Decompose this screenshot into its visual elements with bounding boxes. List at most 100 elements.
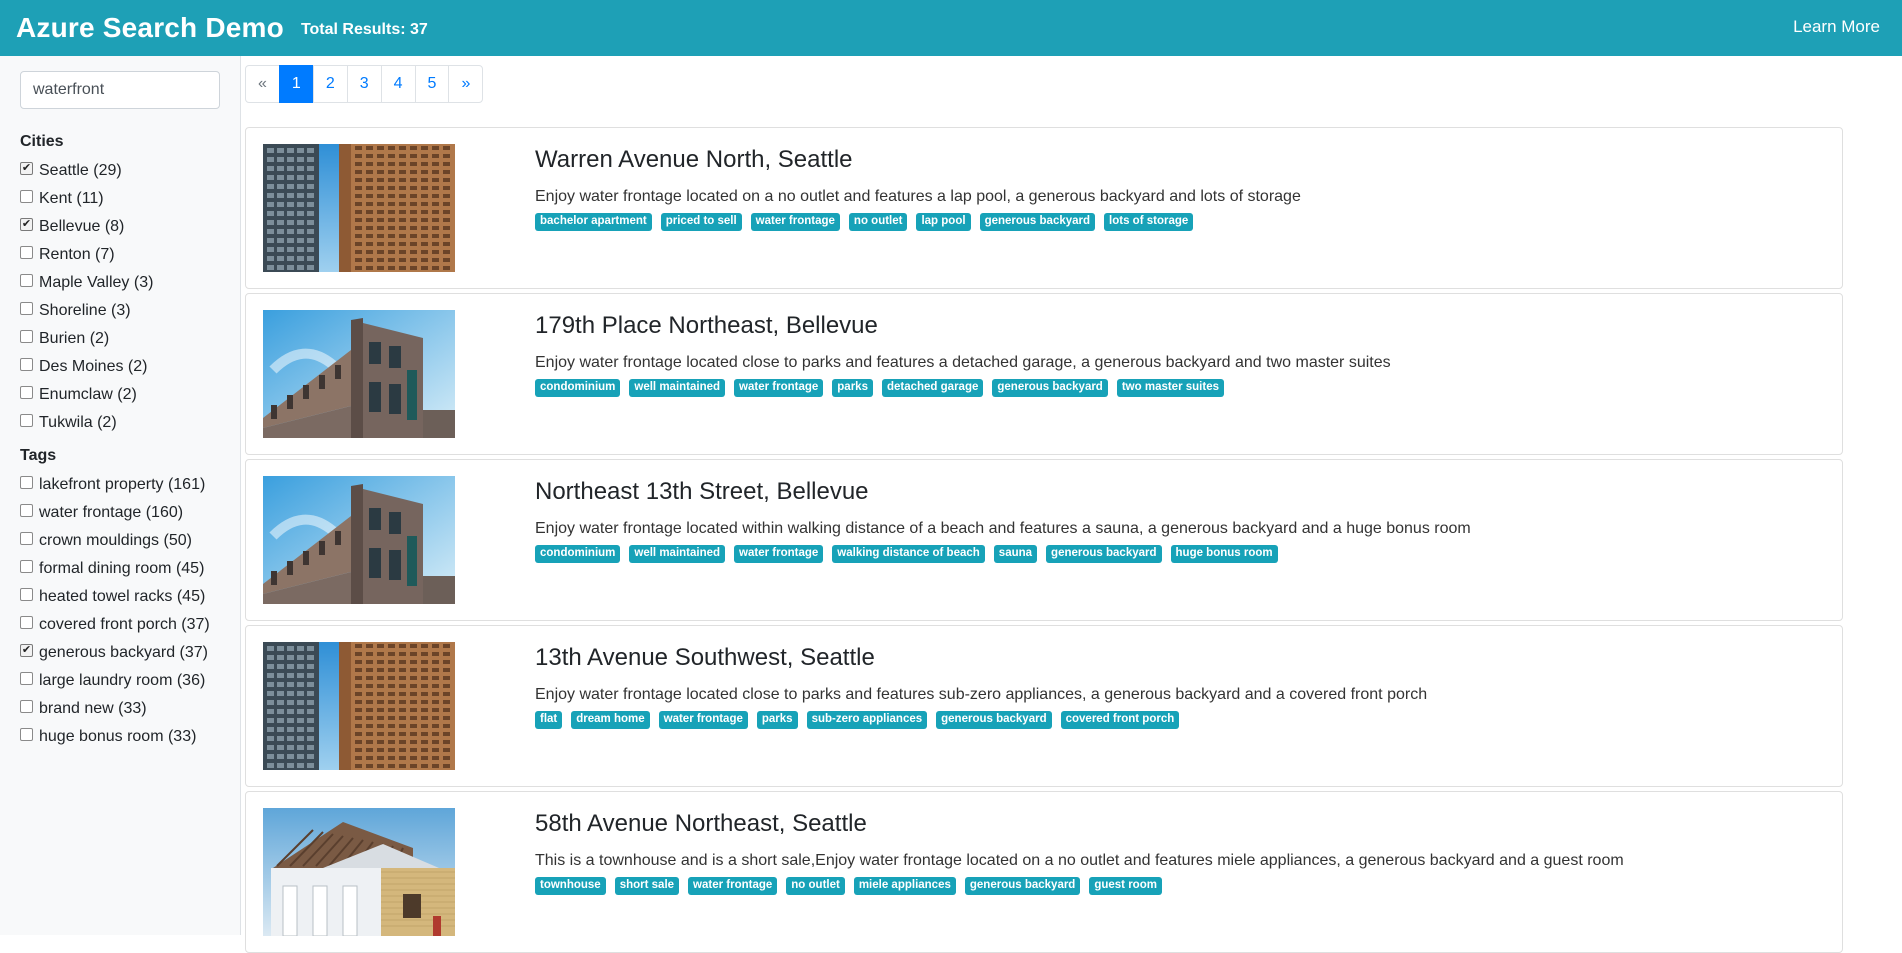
cities-facet-item-bellevue[interactable]: ✔ Bellevue (8)	[20, 213, 153, 241]
checkbox-icon[interactable]	[20, 475, 33, 489]
checkbox-icon[interactable]	[20, 587, 33, 601]
tag-badge: well maintained	[629, 379, 726, 397]
tags-facet-title: Tags	[20, 447, 57, 464]
checkbox-icon[interactable]	[20, 503, 33, 517]
page-5-button[interactable]: 5	[414, 65, 450, 103]
page-4-button[interactable]: 4	[380, 65, 416, 103]
facet-label: Des Moines (2)	[39, 358, 148, 375]
facet-label: brand new (33)	[39, 700, 147, 717]
checkbox-icon[interactable]	[20, 329, 33, 343]
checkbox-icon[interactable]	[20, 273, 33, 287]
search-input[interactable]	[20, 71, 220, 109]
learn-more-link[interactable]: Learn More	[1793, 17, 1880, 37]
tags-facet-item-large-laundry-room[interactable]: large laundry room (36)	[20, 667, 210, 695]
tag-badge: water frontage	[750, 213, 840, 231]
cities-facet-item-shoreline[interactable]: Shoreline (3)	[20, 297, 153, 325]
page-1-button[interactable]: 1	[278, 65, 314, 103]
result-description: Enjoy water frontage located close to pa…	[535, 686, 1428, 703]
cities-facet-item-tukwila[interactable]: Tukwila (2)	[20, 409, 153, 437]
facet-label: huge bonus room (33)	[39, 728, 197, 745]
facet-label: Seattle (29)	[39, 162, 122, 179]
tags-facet-item-covered-front-porch[interactable]: covered front porch (37)	[20, 611, 210, 639]
checkbox-icon[interactable]	[20, 357, 33, 371]
result-title[interactable]: Warren Avenue North, Seattle	[535, 146, 853, 174]
brick-building-image[interactable]	[263, 310, 455, 438]
app-title[interactable]: Azure Search Demo	[16, 12, 284, 44]
facet-label: Kent (11)	[39, 190, 104, 207]
facet-label: Burien (2)	[39, 330, 110, 347]
tag-badge: no outlet	[848, 213, 908, 231]
result-title[interactable]: 58th Avenue Northeast, Seattle	[535, 810, 867, 838]
tag-badge: generous backyard	[979, 213, 1096, 231]
cities-facet-item-enumclaw[interactable]: Enumclaw (2)	[20, 381, 153, 409]
checkbox-checked-icon[interactable]: ✔	[20, 643, 33, 657]
result-tags: flat dream home water frontage parks sub-zer…	[535, 711, 1188, 729]
checkbox-icon[interactable]	[20, 385, 33, 399]
result-title[interactable]: 13th Avenue Southwest, Seattle	[535, 644, 875, 672]
facet-label: covered front porch (37)	[39, 616, 210, 633]
total-results: Total Results: 37	[300, 21, 428, 38]
page-3-button[interactable]: 3	[346, 65, 382, 103]
tag-badge: detached garage	[881, 379, 984, 397]
checkbox-icon[interactable]	[20, 413, 33, 427]
tower-image[interactable]	[263, 144, 455, 272]
result-title[interactable]: Northeast 13th Street, Bellevue	[535, 478, 869, 506]
facet-label: crown mouldings (50)	[39, 532, 192, 549]
facet-label: water frontage (160)	[39, 504, 184, 521]
cities-facet-item-renton[interactable]: Renton (7)	[20, 241, 153, 269]
result-card: Northeast 13th Street, Bellevue Enjoy wat…	[245, 459, 1843, 621]
page-next-button[interactable]: »	[448, 65, 484, 103]
tags-facet-item-formal-dining-room[interactable]: formal dining room (45)	[20, 555, 210, 583]
checkbox-icon[interactable]	[20, 531, 33, 545]
tag-badge: water frontage	[658, 711, 748, 729]
page-2-button[interactable]: 2	[312, 65, 348, 103]
cities-facet-item-kent[interactable]: Kent (11)	[20, 185, 153, 213]
tags-facet-item-lakefront-property[interactable]: lakefront property (161)	[20, 471, 210, 499]
tag-badge: two master suites	[1116, 379, 1224, 397]
checkbox-checked-icon[interactable]: ✔	[20, 161, 33, 175]
house-image[interactable]	[263, 808, 455, 936]
tags-facet-item-crown-mouldings[interactable]: crown mouldings (50)	[20, 527, 210, 555]
cities-facet-item-burien[interactable]: Burien (2)	[20, 325, 153, 353]
result-tags: bachelor apartment priced to sell water fr…	[535, 213, 1202, 231]
tag-badge: lots of storage	[1104, 213, 1194, 231]
tag-badge: short sale	[614, 877, 680, 895]
facet-label: Maple Valley (3)	[39, 274, 154, 291]
tags-facet-item-generous-backyard[interactable]: ✔ generous backyard (37)	[20, 639, 210, 667]
tags-facet-item-brand-new[interactable]: brand new (33)	[20, 695, 210, 723]
checkbox-icon[interactable]	[20, 699, 33, 713]
facet-label: formal dining room (45)	[39, 560, 205, 577]
tag-badge: flat	[535, 711, 563, 729]
checkbox-icon[interactable]	[20, 559, 33, 573]
cities-facet-list: ✔ Seattle (29) Kent (11) ✔ Bellevue (8) Rento…	[20, 157, 153, 437]
tags-facet-item-huge-bonus-room[interactable]: huge bonus room (33)	[20, 723, 210, 751]
pagination: «1 2 3 4 5»	[245, 65, 484, 103]
tower-image[interactable]	[263, 642, 455, 770]
checkbox-icon[interactable]	[20, 727, 33, 741]
cities-facet-item-seattle[interactable]: ✔ Seattle (29)	[20, 157, 153, 185]
tag-badge: sub-zero appliances	[806, 711, 928, 729]
checkbox-checked-icon[interactable]: ✔	[20, 217, 33, 231]
checkbox-icon[interactable]	[20, 615, 33, 629]
tag-badge: townhouse	[535, 877, 606, 895]
tags-facet-item-heated-towel-racks[interactable]: heated towel racks (45)	[20, 583, 210, 611]
facet-label: generous backyard (37)	[39, 644, 208, 661]
result-card: Warren Avenue North, Seattle Enjoy water …	[245, 127, 1843, 289]
tags-facet-item-water-frontage[interactable]: water frontage (160)	[20, 499, 210, 527]
result-card: 13th Avenue Southwest, Seattle Enjoy wate…	[245, 625, 1843, 787]
checkbox-icon[interactable]	[20, 301, 33, 315]
page-prev-button[interactable]: «	[245, 65, 280, 103]
checkbox-icon[interactable]	[20, 671, 33, 685]
cities-facet-item-des-moines[interactable]: Des Moines (2)	[20, 353, 153, 381]
brick-building-image[interactable]	[263, 476, 455, 604]
tags-facet-list: lakefront property (161) water frontage (…	[20, 471, 210, 751]
sidebar: Cities ✔ Seattle (29) Kent (11) ✔ Bellevue (…	[0, 56, 241, 935]
tag-badge: lap pool	[916, 213, 971, 231]
cities-facet-item-maple-valley[interactable]: Maple Valley (3)	[20, 269, 153, 297]
result-title[interactable]: 179th Place Northeast, Bellevue	[535, 312, 878, 340]
tag-badge: generous backyard	[936, 711, 1052, 729]
checkbox-icon[interactable]	[20, 245, 33, 259]
checkbox-icon[interactable]	[20, 189, 33, 203]
tag-badge: generous backyard	[1046, 545, 1162, 563]
tag-badge: parks	[832, 379, 873, 397]
